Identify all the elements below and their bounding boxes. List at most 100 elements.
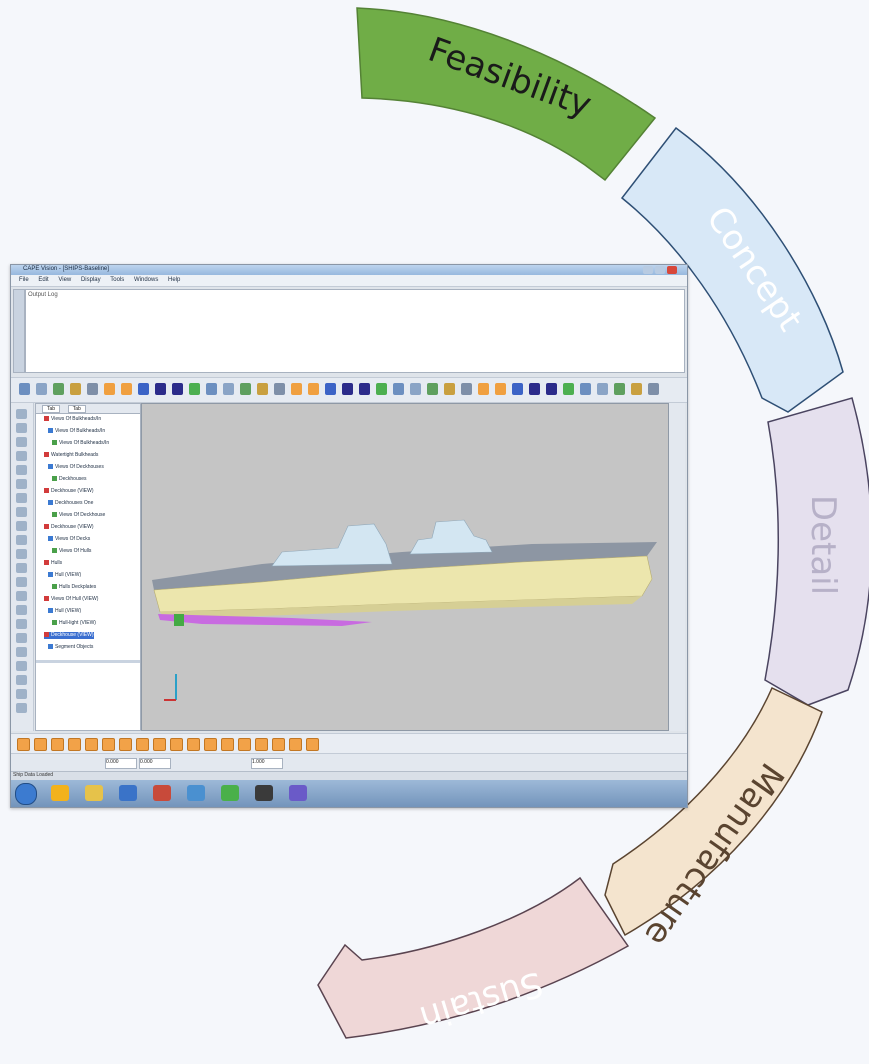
toolbar-button[interactable] bbox=[257, 383, 268, 395]
toolbar-button[interactable] bbox=[36, 383, 47, 395]
toolbar-button[interactable] bbox=[274, 383, 285, 395]
close-button[interactable] bbox=[667, 266, 677, 274]
side-tool-button[interactable] bbox=[16, 689, 27, 699]
tree-item[interactable]: Views Of Bulkheads/In bbox=[44, 416, 101, 423]
toolbar-button[interactable] bbox=[563, 383, 574, 395]
toolbar-button[interactable] bbox=[580, 383, 591, 395]
view-toolbar-button[interactable] bbox=[187, 738, 200, 751]
tree-item[interactable]: Deckhouse (VIEW) bbox=[44, 488, 94, 495]
taskbar-app-icon[interactable] bbox=[119, 785, 137, 801]
zoom-field[interactable]: 1.000 bbox=[251, 758, 283, 769]
view-toolbar-button[interactable] bbox=[119, 738, 132, 751]
view-toolbar-button[interactable] bbox=[153, 738, 166, 751]
taskbar-app-icon[interactable] bbox=[289, 785, 307, 801]
toolbar-button[interactable] bbox=[155, 383, 166, 395]
side-tool-button[interactable] bbox=[16, 549, 27, 559]
tree-item[interactable]: Views Of Deckhouse bbox=[52, 512, 105, 519]
view-toolbar-button[interactable] bbox=[221, 738, 234, 751]
view-toolbar-button[interactable] bbox=[204, 738, 217, 751]
taskbar-app-icon[interactable] bbox=[187, 785, 205, 801]
toolbar-button[interactable] bbox=[546, 383, 557, 395]
toolbar-button[interactable] bbox=[19, 383, 30, 395]
toolbar-button[interactable] bbox=[223, 383, 234, 395]
view-toolbar-button[interactable] bbox=[238, 738, 251, 751]
side-tool-button[interactable] bbox=[16, 675, 27, 685]
toolbar-button[interactable] bbox=[461, 383, 472, 395]
side-tool-button[interactable] bbox=[16, 661, 27, 671]
side-tool-button[interactable] bbox=[16, 451, 27, 461]
view-toolbar-button[interactable] bbox=[255, 738, 268, 751]
toolbar-button[interactable] bbox=[512, 383, 523, 395]
view-toolbar-button[interactable] bbox=[306, 738, 319, 751]
menu-edit[interactable]: Edit bbox=[38, 277, 48, 283]
toolbar-button[interactable] bbox=[70, 383, 81, 395]
tree-item[interactable]: Hull (VIEW) bbox=[48, 608, 81, 615]
tree-item[interactable]: Views Of Hull (VIEW) bbox=[44, 596, 98, 603]
toolbar-button[interactable] bbox=[172, 383, 183, 395]
side-tool-button[interactable] bbox=[16, 633, 27, 643]
toolbar-button[interactable] bbox=[376, 383, 387, 395]
side-tool-button[interactable] bbox=[16, 605, 27, 615]
taskbar-app-icon[interactable] bbox=[255, 785, 273, 801]
toolbar-button[interactable] bbox=[427, 383, 438, 395]
tree-item[interactable]: Segment Objects bbox=[48, 644, 93, 651]
toolbar-button[interactable] bbox=[393, 383, 404, 395]
tree-item[interactable]: Views Of Bulkheads/In bbox=[52, 440, 109, 447]
toolbar-button[interactable] bbox=[648, 383, 659, 395]
toolbar-button[interactable] bbox=[495, 383, 506, 395]
menu-view[interactable]: View bbox=[58, 277, 71, 283]
coord-x-field[interactable]: 0.000 bbox=[105, 758, 137, 769]
tree-item[interactable]: Hulls bbox=[44, 560, 62, 567]
minimize-button[interactable] bbox=[643, 266, 653, 274]
tree-tab-1[interactable]: Tab bbox=[42, 405, 61, 413]
side-tool-button[interactable] bbox=[16, 465, 27, 475]
tree-item[interactable]: Deckhouses One bbox=[48, 500, 93, 507]
side-tool-button[interactable] bbox=[16, 493, 27, 503]
view-toolbar-button[interactable] bbox=[68, 738, 81, 751]
tree-tab-2[interactable]: Tab bbox=[67, 405, 86, 413]
view-toolbar-button[interactable] bbox=[289, 738, 302, 751]
toolbar-button[interactable] bbox=[291, 383, 302, 395]
toolbar-button[interactable] bbox=[342, 383, 353, 395]
side-tool-button[interactable] bbox=[16, 591, 27, 601]
side-tool-button[interactable] bbox=[16, 535, 27, 545]
side-tool-button[interactable] bbox=[16, 703, 27, 713]
tree-item[interactable]: Deckhouse (VIEW) bbox=[44, 632, 94, 639]
side-tool-button[interactable] bbox=[16, 507, 27, 517]
3d-viewport[interactable] bbox=[141, 403, 669, 731]
side-tool-button[interactable] bbox=[16, 619, 27, 629]
view-toolbar-button[interactable] bbox=[34, 738, 47, 751]
toolbar-button[interactable] bbox=[614, 383, 625, 395]
tree-item[interactable]: Deckhouses bbox=[52, 476, 87, 483]
side-tool-button[interactable] bbox=[16, 423, 27, 433]
taskbar-app-icon[interactable] bbox=[85, 785, 103, 801]
toolbar-button[interactable] bbox=[410, 383, 421, 395]
side-tool-button[interactable] bbox=[16, 577, 27, 587]
side-tool-button[interactable] bbox=[16, 563, 27, 573]
toolbar-button[interactable] bbox=[53, 383, 64, 395]
toolbar-button[interactable] bbox=[206, 383, 217, 395]
toolbar-button[interactable] bbox=[104, 383, 115, 395]
toolbar-button[interactable] bbox=[138, 383, 149, 395]
menu-windows[interactable]: Windows bbox=[134, 277, 158, 283]
tree-item[interactable]: Views Of Bulkheads/In bbox=[48, 428, 105, 435]
toolbar-button[interactable] bbox=[359, 383, 370, 395]
output-side-tab[interactable] bbox=[13, 289, 25, 373]
maximize-button[interactable] bbox=[655, 266, 665, 274]
toolbar-button[interactable] bbox=[444, 383, 455, 395]
toolbar-button[interactable] bbox=[121, 383, 132, 395]
start-button[interactable] bbox=[15, 783, 37, 805]
view-toolbar-button[interactable] bbox=[85, 738, 98, 751]
menu-display[interactable]: Display bbox=[81, 277, 101, 283]
side-tool-button[interactable] bbox=[16, 437, 27, 447]
side-tool-button[interactable] bbox=[16, 647, 27, 657]
tree-splitter[interactable] bbox=[36, 660, 140, 663]
view-toolbar-button[interactable] bbox=[102, 738, 115, 751]
view-toolbar-button[interactable] bbox=[51, 738, 64, 751]
tree-item[interactable]: Hull-light (VIEW) bbox=[52, 620, 96, 627]
side-tool-button[interactable] bbox=[16, 409, 27, 419]
view-toolbar-button[interactable] bbox=[136, 738, 149, 751]
side-tool-button[interactable] bbox=[16, 521, 27, 531]
toolbar-button[interactable] bbox=[189, 383, 200, 395]
view-toolbar-button[interactable] bbox=[170, 738, 183, 751]
